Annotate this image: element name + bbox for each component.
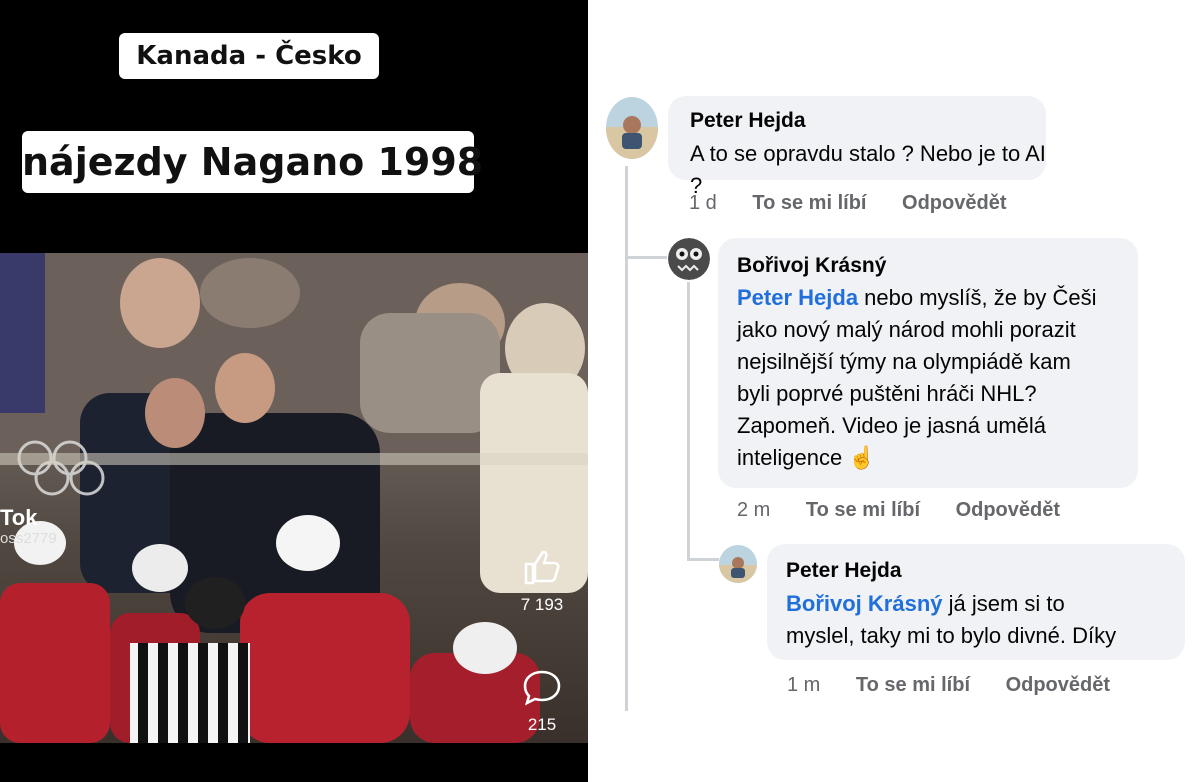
like-button[interactable]: To se mi líbí [752, 192, 866, 214]
profile-photo-icon [719, 545, 757, 583]
like-action[interactable]: 7 193 [512, 548, 572, 615]
comment-bubble: Bořivoj Krásný Peter Hejda nebo myslíš, … [718, 238, 1138, 488]
comment-actions: 2 m To se mi líbí Odpovědět [737, 499, 1090, 522]
like-count: 7 193 [520, 595, 564, 614]
comment-time: 1 d [689, 192, 717, 214]
comment-bubble: Peter Hejda Bořivoj Krásný já jsem si to… [767, 544, 1185, 660]
profile-photo-icon [606, 97, 658, 159]
tiktok-brand: Tok [0, 505, 38, 530]
comment-actions: 1 m To se mi líbí Odpovědět [787, 674, 1140, 697]
glass-reflection [0, 453, 588, 465]
thread-line-1 [625, 166, 628, 711]
avatar[interactable] [668, 238, 710, 280]
comment-bubble-icon[interactable] [522, 668, 562, 706]
caption-match: Kanada - Česko [119, 33, 379, 79]
comment-time: 1 m [787, 674, 821, 696]
avatar[interactable] [606, 97, 658, 159]
thumbs-up-icon[interactable] [522, 548, 562, 586]
comments-panel: Peter Hejda A to se opravdu stalo ? Nebo… [588, 0, 1200, 782]
tiktok-username: oss2779 [0, 530, 57, 547]
thread-line-4 [687, 558, 719, 561]
thread-line-3 [687, 282, 690, 560]
comment-text: Peter Hejda nebo myslíš, že by Češi jako… [737, 285, 1097, 470]
video-panel[interactable]: Kanada - Česko nájezdy Nagano 1998 Tok o… [0, 0, 588, 782]
comment-action[interactable]: 215 [512, 668, 572, 735]
comment-bubble: Peter Hejda A to se opravdu stalo ? Nebo… [668, 96, 1046, 198]
comment-text: Bořivoj Krásný já jsem si to myslel, tak… [786, 591, 1117, 648]
reply-button[interactable]: Odpovědět [902, 192, 1006, 214]
comment-author[interactable]: Peter Hejda [690, 109, 806, 133]
mention-link[interactable]: Bořivoj Krásný [786, 591, 943, 616]
video-scene-image [0, 253, 588, 743]
comment-author[interactable]: Peter Hejda [786, 559, 902, 583]
pointing-up-emoji-icon: ☝ [848, 445, 876, 470]
caption-title: nájezdy Nagano 1998 [22, 131, 483, 193]
reply-button[interactable]: Odpovědět [956, 499, 1060, 521]
like-button[interactable]: To se mi líbí [856, 674, 970, 696]
monster-avatar-icon [668, 238, 710, 280]
reply-button[interactable]: Odpovědět [1006, 674, 1110, 696]
thread-line-2 [625, 256, 667, 259]
comment-author[interactable]: Bořivoj Krásný [737, 254, 886, 278]
comment-actions: 1 d To se mi líbí Odpovědět [689, 192, 1036, 215]
mention-link[interactable]: Peter Hejda [737, 285, 858, 310]
video-frame [0, 253, 588, 743]
comment-time: 2 m [737, 499, 771, 521]
comment-count: 215 [527, 715, 557, 734]
like-button[interactable]: To se mi líbí [806, 499, 920, 521]
avatar[interactable] [719, 545, 757, 583]
